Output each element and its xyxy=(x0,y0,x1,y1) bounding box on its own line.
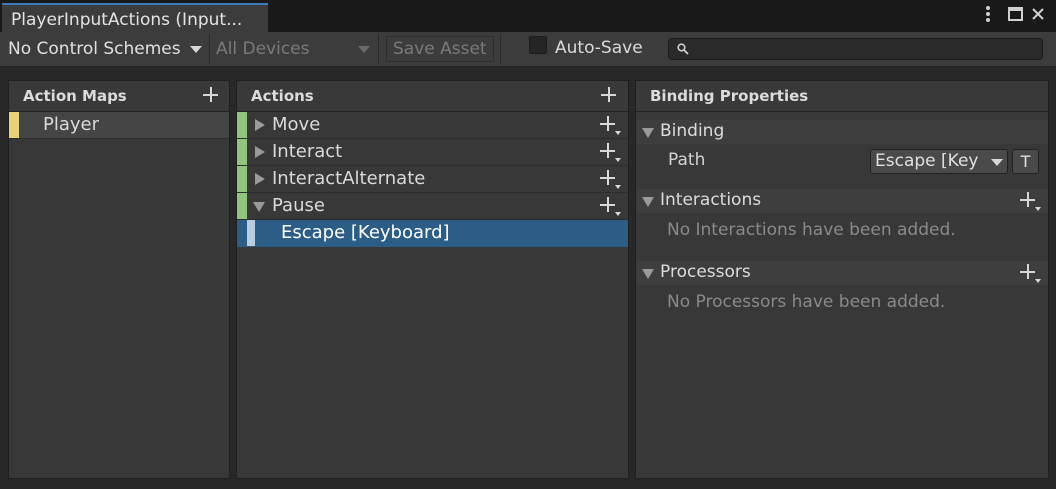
action-map-color-bar xyxy=(9,112,19,138)
search-input[interactable] xyxy=(668,38,1043,60)
binding-section-header[interactable]: Binding xyxy=(636,120,1048,144)
binding-section-label: Binding xyxy=(660,121,725,141)
action-color-bar xyxy=(237,166,247,192)
chevron-down-icon xyxy=(358,46,370,53)
add-interaction-icon[interactable] xyxy=(1020,190,1042,212)
action-map-label: Player xyxy=(43,114,100,135)
action-label: Interact xyxy=(272,141,343,162)
actions-header: Actions xyxy=(237,81,628,112)
processors-empty-note: No Processors have been added. xyxy=(667,292,946,312)
text-mode-button[interactable]: T xyxy=(1012,149,1039,174)
interactions-empty-note: No Interactions have been added. xyxy=(667,220,956,240)
action-item-interact[interactable]: Interact xyxy=(237,139,628,166)
input-actions-window: PlayerInputActions (Input... No Control … xyxy=(0,0,1056,489)
expand-arrow-icon[interactable] xyxy=(255,146,265,158)
add-action-icon[interactable] xyxy=(600,86,618,104)
chevron-down-icon xyxy=(991,159,1003,166)
binding-properties-title: Binding Properties xyxy=(650,87,809,105)
action-map-item-player[interactable]: Player xyxy=(9,112,229,139)
maximize-icon[interactable] xyxy=(1005,5,1025,27)
action-maps-title: Action Maps xyxy=(23,87,127,105)
auto-save-checkbox[interactable] xyxy=(529,36,547,54)
action-color-bar xyxy=(237,139,247,165)
collapse-arrow-icon[interactable] xyxy=(253,202,265,212)
collapse-arrow-icon xyxy=(642,128,654,138)
path-value: Escape [Key xyxy=(875,151,979,171)
toolbar-divider xyxy=(500,34,501,64)
action-item-move[interactable]: Move xyxy=(237,112,628,139)
interactions-section-label: Interactions xyxy=(660,190,762,210)
processors-section-label: Processors xyxy=(660,262,751,282)
control-schemes-label: No Control Schemes xyxy=(8,39,181,59)
window-tab[interactable]: PlayerInputActions (Input... xyxy=(2,3,268,32)
search-icon xyxy=(677,43,689,55)
save-asset-button[interactable]: Save Asset xyxy=(386,36,494,62)
binding-color-bar xyxy=(247,220,255,246)
actions-panel: Actions Move Interact InteractAlternate … xyxy=(236,80,629,479)
action-maps-panel: Action Maps Player xyxy=(8,80,230,479)
tab-strip: PlayerInputActions (Input... xyxy=(0,0,1056,32)
action-item-pause[interactable]: Pause xyxy=(237,193,628,220)
expand-arrow-icon[interactable] xyxy=(255,119,265,131)
chevron-down-icon xyxy=(190,45,203,53)
action-label: Pause xyxy=(272,195,325,216)
control-schemes-dropdown[interactable]: No Control Schemes xyxy=(8,36,203,62)
action-color-bar xyxy=(237,112,247,138)
toolbar-divider xyxy=(209,34,210,64)
collapse-arrow-icon xyxy=(642,197,654,207)
expand-arrow-icon[interactable] xyxy=(255,173,265,185)
interactions-section-header[interactable]: Interactions xyxy=(636,189,1048,213)
kebab-menu-icon[interactable] xyxy=(978,5,998,27)
add-processor-icon[interactable] xyxy=(1020,262,1042,284)
processors-section-header[interactable]: Processors xyxy=(636,261,1048,285)
devices-dropdown[interactable]: All Devices xyxy=(216,36,374,62)
toolbar-divider xyxy=(378,34,379,64)
add-binding-icon[interactable] xyxy=(600,114,622,136)
action-label: Move xyxy=(272,114,321,135)
add-binding-icon[interactable] xyxy=(600,168,622,190)
action-color-bar xyxy=(237,193,247,219)
devices-label: All Devices xyxy=(216,39,310,59)
binding-properties-panel: Binding Properties Binding Path Escape [… xyxy=(635,80,1049,479)
binding-properties-header: Binding Properties xyxy=(636,81,1048,112)
add-binding-icon[interactable] xyxy=(600,141,622,163)
action-item-interact-alternate[interactable]: InteractAlternate xyxy=(237,166,628,193)
add-binding-icon[interactable] xyxy=(600,195,622,217)
auto-save-label: Auto-Save xyxy=(555,38,643,58)
binding-item-escape[interactable]: Escape [Keyboard] xyxy=(237,220,628,247)
action-label: InteractAlternate xyxy=(272,168,426,189)
collapse-arrow-icon xyxy=(642,269,654,279)
window-tab-title: PlayerInputActions (Input... xyxy=(11,10,243,30)
action-maps-header: Action Maps xyxy=(9,81,229,112)
path-dropdown[interactable]: Escape [Key xyxy=(870,149,1008,174)
close-icon[interactable] xyxy=(1028,5,1048,27)
add-action-map-icon[interactable] xyxy=(202,86,220,104)
actions-title: Actions xyxy=(251,87,314,105)
path-label: Path xyxy=(668,150,706,170)
binding-label: Escape [Keyboard] xyxy=(281,222,450,243)
